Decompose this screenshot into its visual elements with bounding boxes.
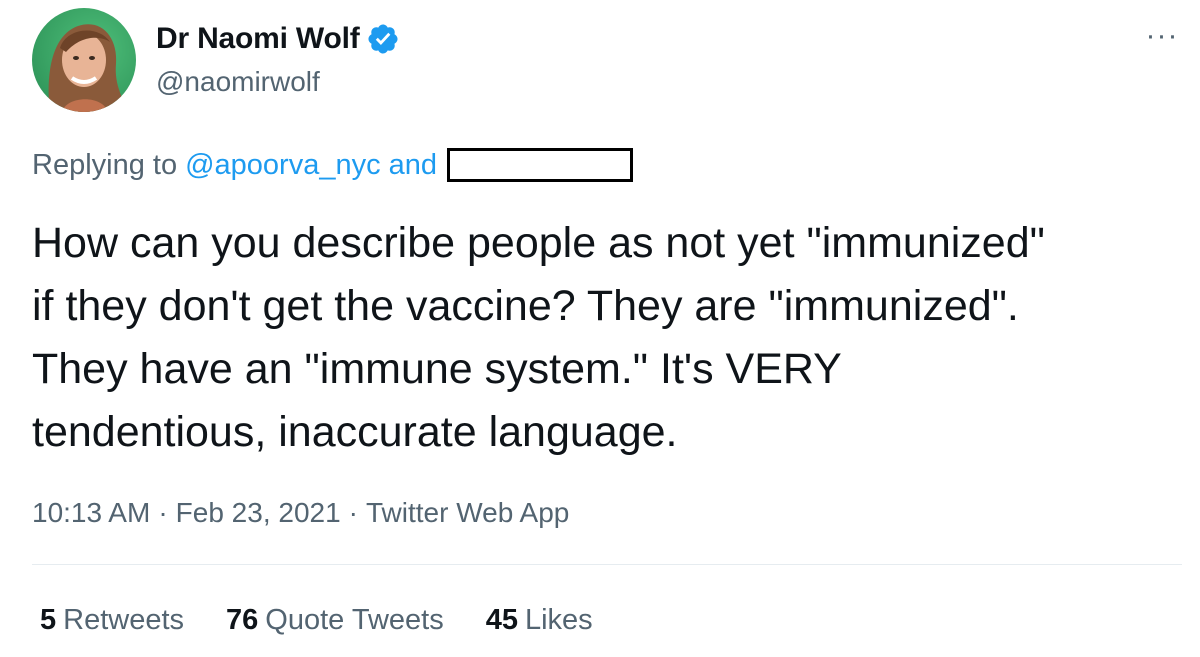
quote-tweets-label: Quote Tweets xyxy=(265,604,444,636)
verified-badge-icon xyxy=(366,22,400,56)
quote-tweets-count: 76 xyxy=(226,604,259,636)
author-display-name[interactable]: Dr Naomi Wolf xyxy=(156,22,360,56)
divider xyxy=(32,564,1182,565)
tweet-text-line: if they don't get the vaccine? They are … xyxy=(32,282,1019,330)
replying-to-prefix: Replying to xyxy=(32,148,178,181)
tweet-text: How can you describe people as not yet "… xyxy=(32,212,1182,464)
author-handle[interactable]: @naomirwolf xyxy=(156,66,320,98)
tweet-card: Dr Naomi Wolf @naomirwolf ··· Replying t… xyxy=(0,0,1200,657)
likes-stat[interactable]: 45 Likes xyxy=(486,604,593,637)
tweet-metadata: 10:13 AM · Feb 23, 2021 · Twitter Web App xyxy=(32,497,569,529)
retweets-count: 5 xyxy=(40,604,57,636)
retweets-stat[interactable]: 5 Retweets xyxy=(40,604,184,637)
tweet-source-link[interactable]: Twitter Web App xyxy=(366,497,569,528)
likes-count: 45 xyxy=(485,604,518,636)
tweet-text-line: They have an "immune system." It's VERY xyxy=(32,345,842,393)
reply-conjunction: and xyxy=(388,148,437,181)
reply-mention-link[interactable]: @apoorva_nyc xyxy=(185,149,381,182)
tweet-text-line: tendentious, inaccurate language. xyxy=(32,408,678,456)
more-options-button[interactable]: ··· xyxy=(1140,14,1184,58)
tweet-date[interactable]: Feb 23, 2021 xyxy=(176,497,341,528)
redacted-box xyxy=(446,148,633,182)
replying-to-line: Replying to @apoorva_nyc and xyxy=(32,148,633,182)
quote-tweets-stat[interactable]: 76 Quote Tweets xyxy=(226,604,444,637)
avatar[interactable] xyxy=(32,8,136,112)
author-name-row: Dr Naomi Wolf xyxy=(156,22,400,56)
retweets-label: Retweets xyxy=(63,604,185,636)
tweet-time[interactable]: 10:13 AM xyxy=(32,497,150,528)
meta-separator: · xyxy=(348,497,358,528)
engagement-stats: 5 Retweets 76 Quote Tweets 45 Likes xyxy=(40,604,593,637)
avatar-image xyxy=(32,8,136,112)
likes-label: Likes xyxy=(524,604,593,636)
meta-separator: · xyxy=(158,497,168,528)
more-horizontal-icon: ··· xyxy=(1145,19,1179,52)
tweet-text-line: How can you describe people as not yet "… xyxy=(32,219,1045,267)
